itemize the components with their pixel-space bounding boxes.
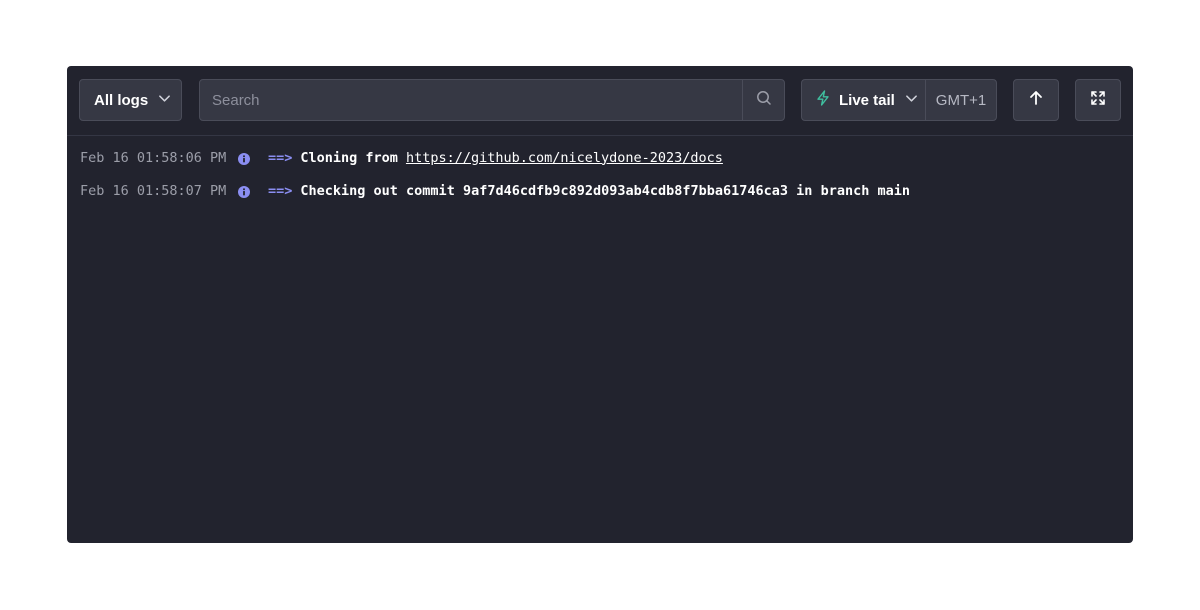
search-input[interactable] [200,80,742,120]
info-icon [238,152,250,165]
arrow-up-icon [1029,90,1043,110]
live-tail-label: Live tail [839,91,895,109]
log-filter-dropdown[interactable]: All logs [79,79,182,121]
search-box [199,79,785,121]
repo-link[interactable]: https://github.com/nicelydone-2023/docs [406,150,723,166]
log-message: Checking out commit 9af7d46cdfb9c892d093… [300,182,910,199]
chevron-down-icon [905,92,918,109]
log-arrow: ==> [268,149,293,166]
fullscreen-button[interactable] [1075,79,1121,121]
log-message: Cloning from [300,149,398,166]
timezone-selector[interactable]: GMT+1 [926,80,996,120]
log-list: Feb 16 01:58:06 PM ==> Cloning from http… [80,141,1133,207]
lightning-icon [816,90,830,110]
log-filter-label: All logs [94,91,149,109]
log-arrow: ==> [268,182,293,199]
search-icon [756,90,772,110]
search-button[interactable] [742,80,784,120]
log-timestamp: Feb 16 01:58:07 PM [80,182,227,199]
log-toolbar: All logs Live tail [67,66,1133,136]
log-line: Feb 16 01:58:06 PM ==> Cloning from http… [80,141,1133,174]
info-icon [238,185,250,198]
live-tail-dropdown[interactable]: Live tail [802,80,926,120]
log-line: Feb 16 01:58:07 PM ==> Checking out comm… [80,174,1133,207]
log-timestamp: Feb 16 01:58:06 PM [80,149,227,166]
live-tail-group: Live tail GMT+1 [801,79,997,121]
chevron-down-icon [158,92,171,109]
scroll-to-top-button[interactable] [1013,79,1059,121]
expand-icon [1091,91,1105,109]
log-viewer-panel: All logs Live tail [67,66,1133,543]
